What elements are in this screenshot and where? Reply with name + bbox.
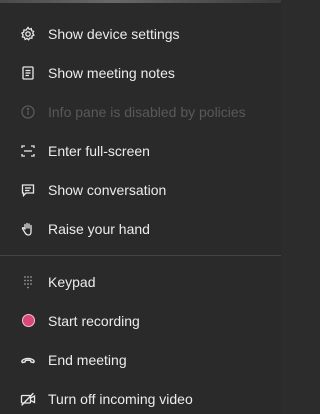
keypad-icon: [20, 274, 36, 290]
notes-icon: [20, 65, 36, 81]
meeting-more-options-menu: Show device settings Show meeting notes …: [0, 0, 281, 414]
menu-item-label: Show conversation: [48, 181, 167, 198]
menu-item-label: Show meeting notes: [48, 64, 175, 81]
menu-top-edge: [0, 0, 281, 3]
menu-item-label: Raise your hand: [48, 220, 150, 237]
menu-item-label: Keypad: [48, 273, 96, 290]
menu-item-raise-your-hand[interactable]: Raise your hand: [0, 209, 281, 248]
menu-item-end-meeting[interactable]: End meeting: [0, 340, 281, 379]
menu-item-label: Show device settings: [48, 25, 180, 42]
menu-item-show-device-settings[interactable]: Show device settings: [0, 14, 281, 53]
chat-icon: [20, 182, 36, 198]
menu-item-label: Info pane is disabled by policies: [48, 103, 246, 120]
menu-item-info-pane-disabled: Info pane is disabled by policies: [0, 92, 281, 131]
record-dot: [21, 314, 35, 327]
menu-item-show-meeting-notes[interactable]: Show meeting notes: [0, 53, 281, 92]
menu-item-enter-full-screen[interactable]: Enter full-screen: [0, 131, 281, 170]
fullscreen-icon: [20, 143, 36, 159]
menu-item-label: Enter full-screen: [48, 142, 150, 159]
gear-icon: [20, 25, 36, 42]
menu-item-start-recording[interactable]: Start recording: [0, 301, 281, 340]
video-off-icon: [20, 391, 36, 407]
hand-icon: [20, 221, 36, 237]
menu-item-label: Turn off incoming video: [48, 390, 193, 407]
menu-item-show-conversation[interactable]: Show conversation: [0, 170, 281, 209]
hangup-icon: [20, 352, 36, 368]
menu-item-keypad[interactable]: Keypad: [0, 262, 281, 301]
menu-separator: [0, 255, 281, 256]
menu-item-label: Start recording: [48, 312, 140, 329]
menu-item-label: End meeting: [48, 351, 127, 368]
info-icon: [20, 104, 36, 120]
menu-item-turn-off-incoming-video[interactable]: Turn off incoming video: [0, 379, 281, 414]
record-icon: [20, 313, 36, 329]
